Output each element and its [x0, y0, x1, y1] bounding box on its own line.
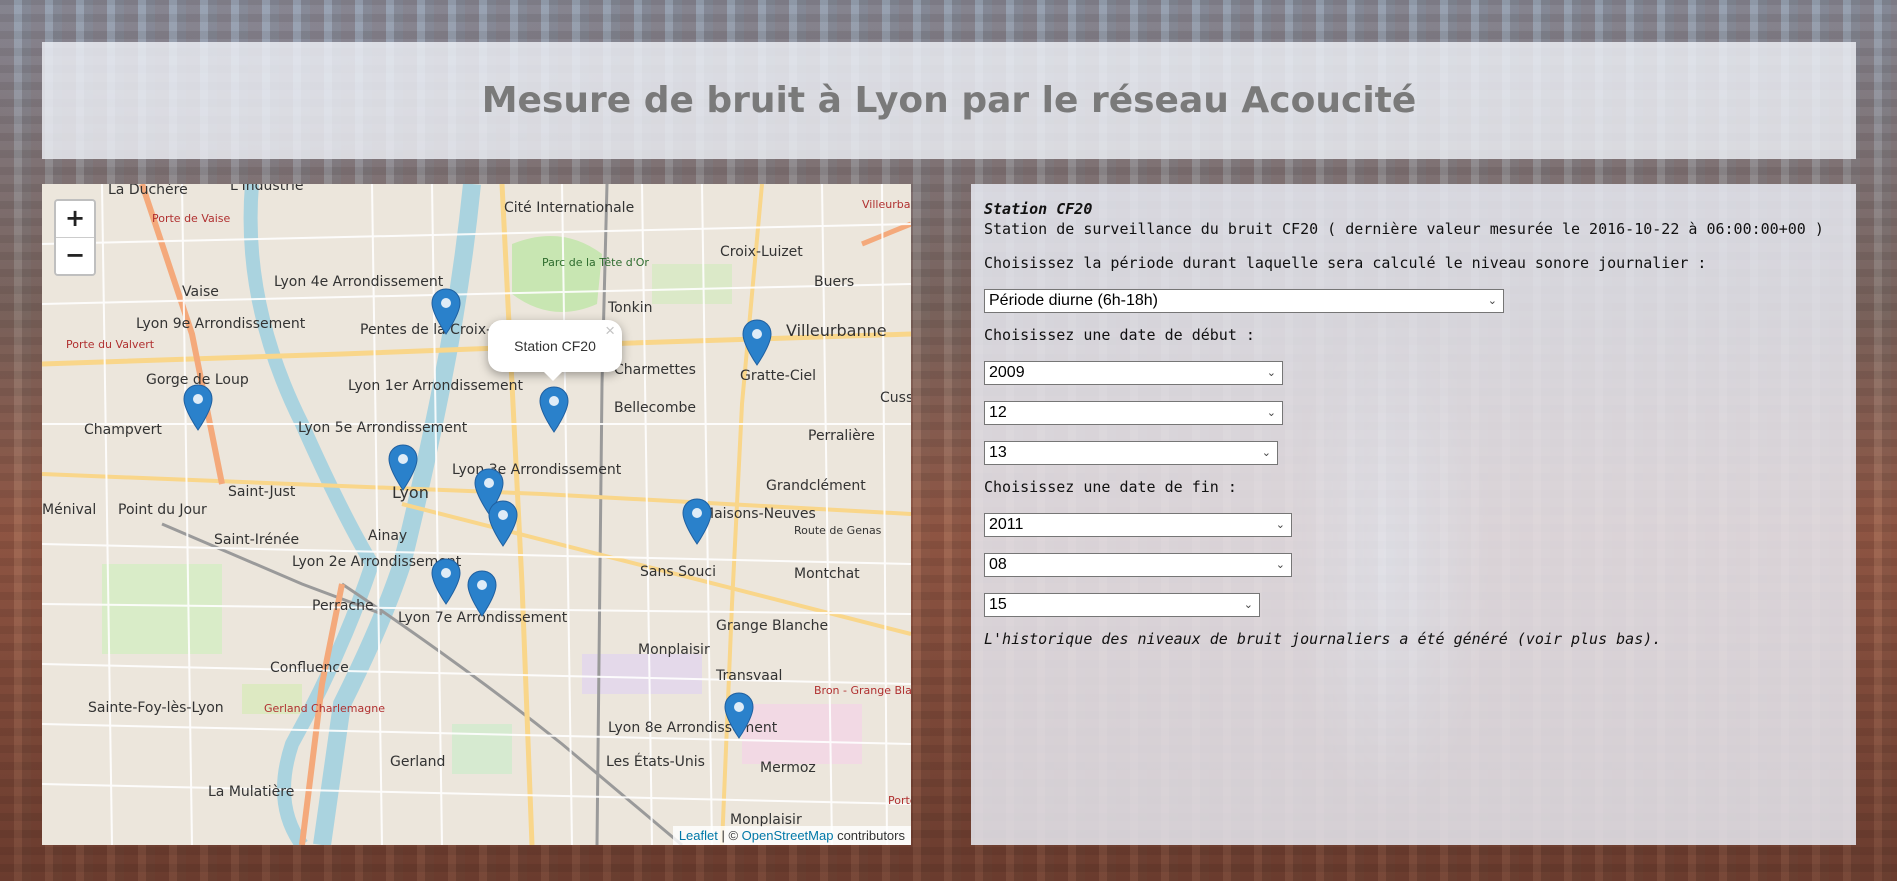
end-month-value: 08 — [989, 556, 1007, 573]
end-date-label: Choisissez une date de fin : — [984, 478, 1237, 496]
map-label: L'Industrie — [230, 184, 303, 194]
map-label: Ménival — [42, 502, 96, 518]
map-marker-icon[interactable] — [724, 692, 754, 740]
map-label: Route de Genas — [794, 524, 882, 537]
station-popup: Station CF20 × — [488, 320, 622, 381]
chevron-down-icon: ⌄ — [1266, 367, 1276, 379]
map-label: Villeurbanne — [786, 321, 887, 340]
chevron-down-icon: ⌄ — [1261, 447, 1271, 459]
end-year-select[interactable]: 2011 ⌄ — [984, 513, 1292, 537]
start-date-label: Choisissez une date de début : — [984, 326, 1255, 344]
map-label: Maisons-Neuves — [702, 506, 816, 522]
map-label: Lyon 4e Arrondissement — [274, 274, 444, 290]
map-label: Champvert — [84, 422, 162, 438]
page-title: Mesure de bruit à Lyon par le réseau Aco… — [481, 80, 1417, 121]
map-label: Bron - Grange Blanche — [814, 684, 911, 697]
map-label: Lyon 5e Arrondissement — [298, 420, 468, 436]
map-label: Perralière — [808, 428, 875, 444]
end-day-select[interactable]: 15 ⌄ — [984, 593, 1260, 617]
station-description: Station de surveillance du bruit CF20 ( … — [984, 220, 1824, 238]
map-label: Grandclément — [766, 478, 866, 494]
map-label: Charmettes — [614, 362, 696, 378]
period-select[interactable]: Période diurne (6h-18h) ⌄ — [984, 289, 1504, 313]
map-label: Cité Internationale — [504, 200, 634, 216]
map-label: La Duchère — [108, 184, 188, 198]
zoom-out-button[interactable]: − — [56, 237, 94, 274]
chevron-down-icon: ⌄ — [1275, 519, 1285, 531]
map-label: Grange Blanche — [716, 618, 828, 634]
map-attribution: Leaflet | © OpenStreetMap contributors — [672, 826, 911, 845]
chevron-down-icon: ⌄ — [1275, 559, 1285, 571]
map-label: Vaise — [182, 284, 219, 300]
map-marker-icon[interactable] — [431, 288, 461, 336]
map-marker-icon[interactable] — [488, 500, 518, 548]
map-marker-icon[interactable] — [742, 319, 772, 367]
leaflet-link[interactable]: Leaflet — [679, 828, 718, 843]
station-map[interactable]: La Duchère L'Industrie Cité Internationa… — [42, 184, 911, 845]
start-month-select[interactable]: 12 ⌄ — [984, 401, 1283, 425]
map-label: Saint-Irénée — [214, 532, 299, 548]
attribution-contributors: contributors — [833, 828, 905, 843]
start-year-value: 2009 — [989, 364, 1025, 381]
map-label: Confluence — [270, 660, 349, 676]
start-month-value: 12 — [989, 404, 1007, 421]
map-label: Cuss — [880, 390, 911, 406]
map-label: Croix-Luizet — [720, 244, 803, 260]
map-label: Bellecombe — [614, 400, 696, 416]
zoom-control: + − — [54, 199, 96, 276]
map-label: Porte du Valvert — [66, 338, 155, 351]
map-label: Sainte-Foy-lès-Lyon — [88, 700, 224, 716]
map-label: Monplaisir — [638, 642, 710, 658]
map-label: Porte de Lyon — [888, 794, 911, 807]
end-year-value: 2011 — [989, 516, 1024, 533]
end-day-value: 15 — [989, 596, 1007, 613]
map-label: Buers — [814, 274, 854, 290]
period-select-value: Période diurne (6h-18h) — [989, 292, 1158, 309]
map-label: Tonkin — [607, 300, 652, 316]
popup-close-icon[interactable]: × — [605, 321, 615, 341]
map-label: Villeurbanne So — [862, 198, 911, 211]
map-label: Lyon 1er Arrondissement — [348, 378, 523, 394]
chevron-down-icon: ⌄ — [1487, 295, 1497, 307]
map-label: Sans Souci — [640, 564, 716, 580]
map-marker-icon[interactable] — [431, 558, 461, 606]
end-month-select[interactable]: 08 ⌄ — [984, 553, 1292, 577]
page-header: Mesure de bruit à Lyon par le réseau Aco… — [42, 42, 1856, 159]
chevron-down-icon: ⌄ — [1266, 407, 1276, 419]
map-marker-icon[interactable] — [467, 570, 497, 618]
map-marker-icon-selected[interactable] — [539, 386, 569, 434]
start-day-value: 13 — [989, 444, 1007, 461]
history-note: L'historique des niveaux de bruit journa… — [984, 630, 1662, 648]
period-label: Choisissez la période durant laquelle se… — [984, 254, 1707, 272]
map-label: Porte de Vaise — [152, 212, 231, 225]
map-label: Point du Jour — [118, 502, 207, 518]
map-label: Gratte-Ciel — [740, 368, 816, 384]
map-label: Ainay — [368, 528, 407, 544]
station-panel: Station CF20 Station de surveillance du … — [971, 184, 1856, 845]
attribution-separator: | © — [717, 828, 742, 843]
zoom-in-button[interactable]: + — [56, 201, 94, 237]
station-title: Station CF20 — [984, 200, 1093, 218]
start-year-select[interactable]: 2009 ⌄ — [984, 361, 1283, 385]
map-label: Gerland Charlemagne — [264, 702, 385, 715]
map-label: La Mulatière — [208, 784, 294, 800]
map-label: Mermoz — [760, 760, 816, 776]
map-label: Saint-Just — [228, 484, 296, 500]
map-label: Montchat — [794, 566, 860, 582]
popup-text: Station CF20 — [514, 338, 596, 354]
map-label: Les États-Unis — [606, 753, 705, 770]
map-label: Lyon 9e Arrondissement — [136, 316, 306, 332]
map-marker-icon[interactable] — [388, 444, 418, 492]
map-label: Parc de la Tête d'Or — [542, 256, 649, 269]
map-label: Gerland — [390, 754, 445, 770]
map-label: Transvaal — [715, 668, 782, 684]
map-marker-icon[interactable] — [183, 384, 213, 432]
map-label: Perrache — [312, 598, 374, 614]
openstreetmap-link[interactable]: OpenStreetMap — [742, 828, 834, 843]
start-day-select[interactable]: 13 ⌄ — [984, 441, 1278, 465]
chevron-down-icon: ⌄ — [1243, 599, 1253, 611]
map-marker-icon[interactable] — [682, 498, 712, 546]
